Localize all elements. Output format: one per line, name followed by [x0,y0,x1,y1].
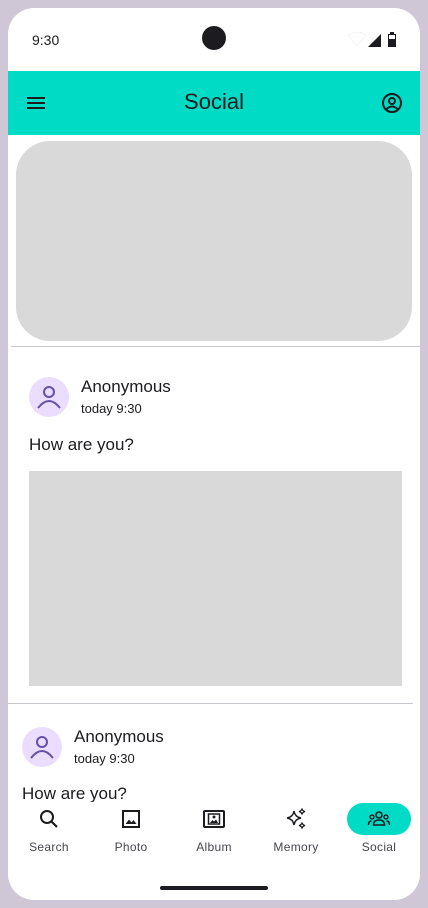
nav-item-album[interactable]: Album [173,802,255,862]
nav-item-memory[interactable]: Memory [255,802,337,862]
nav-item-search[interactable]: Search [8,802,90,862]
status-time: 9:30 [32,32,60,48]
avatar[interactable] [22,727,62,767]
account-circle-icon [382,93,402,113]
nav-label: Album [196,840,232,854]
post-time: today 9:30 [81,401,142,416]
nav-label: Search [29,840,69,854]
nav-label: Memory [273,840,319,854]
feed[interactable]: Anonymous today 9:30 How are you? Anonym… [8,135,420,802]
camera-cutout [202,26,226,50]
phone-screen: 9:30 Social Anonymous today 9:30 How are… [8,8,420,900]
post-card[interactable]: Anonymous today 9:30 How are you? [8,347,420,692]
hero-image-placeholder[interactable] [16,141,412,341]
page-title: Social [184,89,244,114]
person-icon [37,386,61,409]
nav-item-photo[interactable]: Photo [90,802,172,862]
status-bar: 9:30 [8,8,420,71]
person-icon [30,736,54,759]
nav-item-social[interactable]: Social [338,802,420,862]
post-author: Anonymous [74,727,164,746]
album-icon [203,810,225,828]
post-time: today 9:30 [74,751,135,766]
post-image-placeholder[interactable] [29,471,402,686]
nav-label: Social [361,840,397,854]
sparkles-icon [286,808,306,829]
wifi-icon [348,32,367,47]
post-card[interactable]: Anonymous today 9:30 How are you? [8,704,420,802]
post-text: How are you? [22,784,127,802]
post-author: Anonymous [81,377,171,396]
group-icon [367,811,391,826]
bottom-navigation: Search Photo Album Memory Social [8,802,420,862]
nav-label: Photo [114,840,148,854]
avatar[interactable] [29,377,69,417]
account-button[interactable] [380,91,404,115]
battery-icon [388,32,396,47]
status-icons [348,32,396,47]
signal-icon [368,34,381,47]
home-indicator[interactable] [160,886,268,890]
image-icon [122,810,140,828]
search-icon [40,810,58,828]
top-app-bar: Social [8,71,420,135]
post-text: How are you? [29,435,134,454]
